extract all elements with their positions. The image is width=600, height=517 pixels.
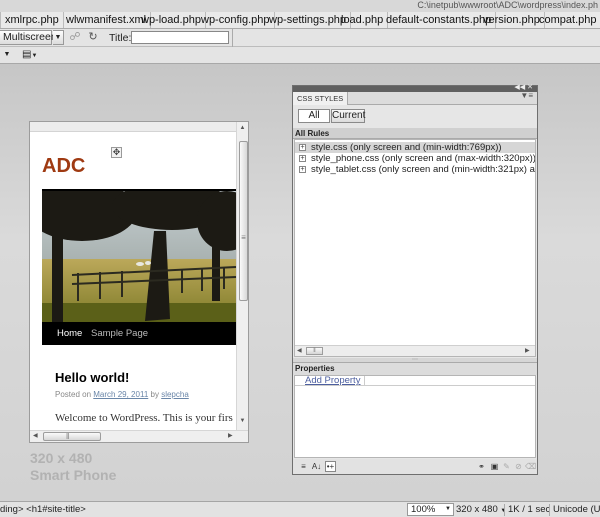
zoom-value: 100% [411, 504, 436, 515]
chevron-down-icon[interactable]: ▼ [0, 48, 14, 61]
related-file-load[interactable]: load.php [337, 12, 389, 28]
post-excerpt: Welcome to WordPress. This is your firs [55, 412, 233, 424]
device-dimensions: 320 x 480 [30, 450, 93, 466]
css-styles-panel: ◀◀ ✕ CSS STYLES ▼≡ All Current All Rules… [292, 83, 538, 475]
toolbar-divider [232, 29, 233, 47]
nav-item-sample-page[interactable]: Sample Page [91, 322, 148, 345]
expand-icon[interactable]: + [299, 144, 306, 151]
attach-stylesheet-icon[interactable]: ⚭ [476, 461, 487, 472]
related-files-bar: xmlrpc.php wlwmanifest.xml wp-load.php w… [0, 12, 600, 29]
rules-list: + style.css (only screen and (min-width:… [294, 139, 536, 357]
rule-label: style_phone.css (only screen and (max-wi… [311, 153, 536, 164]
document-toolbar: Multiscreen ▼ ☍ ↻ Title: [0, 29, 600, 47]
secondary-toolbar: ▼ ▤▼ [0, 47, 600, 64]
status-divider [504, 504, 505, 516]
panel-footer-toolbar: ≡ A↓ •+ ⚭ ▣ ✎ ⊘ ⌫ [293, 459, 537, 474]
expand-icon[interactable]: + [299, 155, 306, 162]
rules-scroll-thumb[interactable]: ‖ [306, 347, 323, 355]
status-bar: ding> <h1#site-title> 100% ▼ 320 x 480 ▼… [0, 501, 600, 517]
window-size-select[interactable]: 320 x 480 ▼ [456, 503, 506, 517]
scroll-left-icon[interactable]: ◀ [297, 347, 302, 354]
rule-label: style.css (only screen and (min-width:76… [311, 142, 502, 153]
preview-horizontal-scrollbar[interactable]: ◀ ‖ ▶ [30, 430, 248, 442]
zoom-select[interactable]: 100% ▼ [407, 503, 454, 516]
properties-header: Properties [293, 363, 537, 375]
window-size-value: 320 x 480 [456, 504, 498, 515]
scroll-up-icon[interactable]: ▲ [237, 125, 248, 131]
by-label: by [150, 390, 159, 399]
related-file-xmlrpc[interactable]: xmlrpc.php [0, 12, 64, 28]
preview-vertical-scroll-thumb[interactable]: ≡ [239, 141, 248, 301]
edit-rule-icon[interactable]: ✎ [501, 461, 512, 472]
properties-pane: Add Property [294, 375, 536, 458]
file-path-bar: C:\inetpub\wwwroot\ADC\wordpress\index.p… [0, 0, 600, 12]
device-name: Smart Phone [30, 467, 117, 483]
rule-item[interactable]: + style.css (only screen and (min-width:… [295, 142, 535, 153]
rule-item[interactable]: + style_phone.css (only screen and (max-… [295, 153, 535, 164]
new-css-rule-icon[interactable]: ▣ [489, 461, 500, 472]
scroll-right-icon[interactable]: ▶ [228, 432, 233, 439]
property-value-cell[interactable] [365, 376, 535, 386]
disable-property-icon[interactable]: ⊘ [513, 461, 524, 472]
category-view-icon[interactable]: ≡ [298, 461, 309, 472]
post-date-link[interactable]: March 29, 2011 [93, 390, 148, 399]
site-title[interactable]: ADC [42, 155, 85, 178]
expand-icon[interactable]: + [299, 166, 306, 173]
status-divider [549, 504, 550, 516]
panel-menu-icon[interactable]: ▼≡ [520, 91, 533, 100]
alphabetical-view-icon[interactable]: A↓ [311, 461, 322, 472]
device-size-label: 320 x 480 Smart Phone [30, 450, 116, 484]
preview-top-strip [30, 122, 248, 132]
rule-item[interactable]: + style_tablet.css (only screen and (min… [295, 164, 535, 175]
header-image [42, 189, 236, 322]
related-file-compat[interactable]: compat.php [535, 12, 600, 28]
collapse-panel-icon[interactable]: ◀◀ ✕ [514, 83, 533, 91]
multiscreen-dropdown[interactable]: ▼ [53, 30, 64, 45]
related-file-wp-config[interactable]: wp-config.php [197, 12, 275, 28]
set-properties-view-icon[interactable]: •+ [325, 461, 336, 472]
scroll-left-icon[interactable]: ◀ [33, 432, 38, 439]
tag-selector[interactable]: ding> <h1#site-title> [0, 503, 86, 516]
delete-rule-icon[interactable]: ⌫ [525, 461, 536, 472]
panel-header: CSS STYLES ▼≡ [293, 91, 537, 105]
browser-preview-icon[interactable]: ☍ [68, 31, 82, 44]
all-rules-header: All Rules [293, 128, 537, 139]
title-label: Title: [109, 32, 132, 44]
add-property-link[interactable]: Add Property [295, 376, 365, 386]
scroll-down-icon[interactable]: ▼ [237, 418, 248, 424]
move-handle-icon[interactable]: ✥ [111, 147, 122, 158]
visual-aids-icon[interactable]: ▤▼ [22, 48, 37, 61]
css-styles-tab[interactable]: CSS STYLES [293, 92, 349, 105]
related-file-wp-load[interactable]: wp-load.php [137, 12, 206, 28]
download-time: 1K / 1 sec [508, 504, 551, 515]
title-input[interactable] [131, 31, 229, 44]
device-preview-frame: ✥ ADC Home Sample Page Hello world! Post… [29, 121, 249, 443]
author-link[interactable]: slepcha [161, 390, 189, 399]
post-title[interactable]: Hello world! [55, 370, 129, 385]
posted-on-label: Posted on [55, 390, 92, 399]
chevron-down-icon: ▼ [445, 506, 451, 512]
scroll-right-icon[interactable]: ▶ [525, 347, 530, 354]
main-navigation: Home Sample Page [42, 322, 236, 345]
grip-icon: ≡ [241, 233, 246, 242]
post-meta: Posted on March 29, 2011 by slepcha [55, 390, 189, 399]
preview-vertical-scrollbar[interactable]: ▲ ≡ ▼ [236, 122, 248, 430]
file-path: C:\inetpub\wwwroot\ADC\wordpress\index.p… [417, 0, 598, 10]
rule-label: style_tablet.css (only screen and (min-w… [311, 164, 536, 175]
grip-icon: ‖ [66, 432, 70, 441]
mode-current-button[interactable]: Current [331, 109, 365, 123]
preview-horizontal-scroll-thumb[interactable]: ‖ [43, 432, 101, 441]
nav-item-home[interactable]: Home [57, 322, 82, 345]
refresh-icon[interactable]: ↻ [86, 31, 100, 44]
mode-all-button[interactable]: All [298, 109, 330, 123]
encoding: Unicode (UT [553, 504, 600, 515]
rules-horizontal-scrollbar[interactable]: ◀ ‖ ▶ [295, 345, 535, 356]
multiscreen-button[interactable]: Multiscreen [0, 30, 57, 45]
